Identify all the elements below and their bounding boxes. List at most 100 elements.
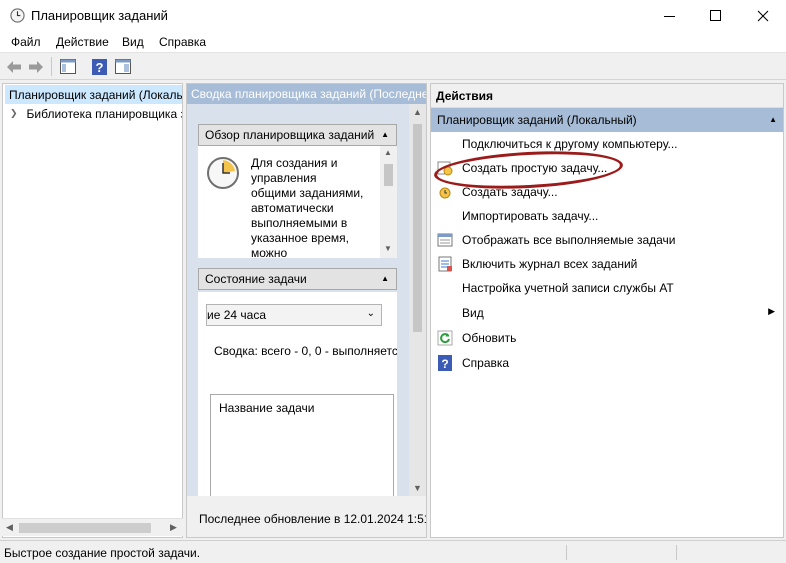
action-label: Обновить (462, 331, 517, 345)
help-button[interactable]: ? (88, 56, 110, 77)
overview-scrollbar[interactable]: ▲ ▼ (380, 146, 397, 258)
task-list[interactable]: Название задачи (210, 394, 394, 496)
summary-header: Сводка планировщика заданий (Последнее о… (187, 84, 426, 104)
create-task-icon (439, 187, 451, 199)
action-label: Вид (462, 306, 484, 320)
action-label: Справка (462, 356, 510, 370)
summary-pane: Сводка планировщика заданий (Последнее о… (186, 83, 427, 538)
back-arrow-icon (7, 60, 21, 73)
action-import-task[interactable]: Импортировать задачу... (431, 204, 783, 228)
maximize-icon (709, 10, 721, 21)
minimize-icon (663, 16, 675, 17)
menu-help[interactable]: Справка (159, 35, 206, 49)
chevron-down-icon[interactable]: ⌄ (367, 308, 375, 319)
menu-file[interactable]: Файл (11, 35, 41, 49)
scroll-left-icon[interactable]: ◀ (6, 522, 13, 533)
summary-vertical-scrollbar[interactable]: ▲ ▼ (409, 104, 426, 496)
status-separator (566, 545, 567, 560)
action-label: Подключиться к другому компьютеру... (462, 137, 678, 151)
toolbar-separator (51, 57, 52, 76)
action-at-service-account[interactable]: Настройка учетной записи службы AT (431, 276, 783, 300)
close-button[interactable] (740, 0, 786, 31)
scroll-down-icon[interactable]: ▼ (384, 244, 392, 253)
action-label: Создать задачу... (462, 185, 558, 199)
navigation-tree: Планировщик заданий (Локальный) ❯ Библио… (2, 83, 183, 538)
action-label: Включить журнал всех заданий (462, 257, 638, 271)
action-connect-computer[interactable]: Подключиться к другому компьютеру... (431, 132, 783, 156)
tree-item-library[interactable]: ❯ Библиотека планировщика заданий (5, 104, 182, 123)
section-title: Состояние задачи (205, 272, 307, 286)
task-status-section-header[interactable]: Состояние задачи ▲ (198, 268, 397, 290)
scroll-up-icon[interactable]: ▲ (384, 148, 392, 157)
action-refresh[interactable]: Обновить (431, 326, 783, 350)
actions-header: Действия (431, 84, 783, 108)
minimize-button[interactable] (646, 0, 692, 31)
forward-button[interactable] (25, 56, 47, 77)
maximize-button[interactable] (692, 0, 738, 31)
action-label: Создать простую задачу... (462, 161, 608, 175)
help-icon: ? (438, 355, 452, 371)
scroll-right-icon[interactable]: ▶ (170, 522, 177, 533)
summary-footer: Последнее обновление в 12.01.2024 1:51:4 (187, 496, 427, 537)
tree-item-label: Планировщик заданий (Локальный) (9, 87, 183, 102)
scrollbar-thumb[interactable] (413, 124, 422, 332)
period-value: ие 24 часа (207, 308, 266, 322)
show-hide-action-pane-button[interactable] (112, 56, 134, 77)
running-tasks-icon (437, 233, 453, 247)
scrollbar-thumb[interactable] (384, 164, 393, 186)
close-icon (757, 10, 769, 21)
actions-group-header[interactable]: Планировщик заданий (Локальный) ▲ (431, 108, 783, 132)
summary-content: Обзор планировщика заданий ▲ Для создани… (187, 104, 426, 496)
action-create-task[interactable]: Создать задачу... (431, 180, 783, 204)
action-enable-history[interactable]: Включить журнал всех заданий (431, 252, 783, 276)
help-icon: ? (91, 58, 107, 75)
action-help[interactable]: ? Справка (431, 351, 783, 375)
tree-item-label: Библиотека планировщика заданий (26, 106, 182, 121)
actions-pane: Действия Планировщик заданий (Локальный)… (430, 83, 784, 538)
refresh-icon (437, 330, 453, 346)
show-hide-tree-icon (60, 59, 76, 74)
last-update-text: Последнее обновление в 12.01.2024 1:51:4 (199, 512, 427, 526)
status-bar: Быстрое создание простой задачи. (0, 540, 786, 563)
clock-icon (207, 157, 239, 189)
svg-text:?: ? (441, 357, 448, 371)
collapse-icon[interactable]: ▲ (381, 130, 389, 139)
collapse-icon[interactable]: ▲ (769, 115, 777, 124)
action-display-running-tasks[interactable]: Отображать все выполняемые задачи (431, 228, 783, 252)
overview-section-header[interactable]: Обзор планировщика заданий ▲ (198, 124, 397, 146)
status-separator (676, 545, 677, 560)
title-bar: Планировщик заданий (0, 0, 786, 31)
svg-text:?: ? (95, 60, 103, 75)
action-label: Импортировать задачу... (462, 209, 599, 223)
action-label: Отображать все выполняемые задачи (462, 233, 676, 247)
overview-text: Для создания и управления общими задания… (251, 156, 364, 258)
tree-item-task-scheduler-local[interactable]: Планировщик заданий (Локальный) (5, 85, 183, 104)
tree-horizontal-scrollbar[interactable]: ◀ ▶ (2, 518, 183, 536)
period-dropdown[interactable]: ие 24 часа ⌄ (206, 304, 382, 326)
chevron-right-icon[interactable]: ❯ (10, 108, 18, 119)
action-view[interactable]: Вид ▶ (431, 301, 783, 325)
toolbar: ? (0, 53, 786, 80)
scroll-up-icon[interactable]: ▲ (413, 107, 422, 117)
create-basic-task-icon (437, 161, 453, 176)
overview-body: Для создания и управления общими задания… (198, 146, 397, 258)
journal-icon (438, 256, 452, 272)
clock-icon (10, 8, 25, 23)
scroll-down-icon[interactable]: ▼ (413, 483, 422, 493)
column-task-name[interactable]: Название задачи (219, 401, 315, 415)
menu-view[interactable]: Вид (122, 35, 144, 49)
task-status-body: ие 24 часа ⌄ Сводка: всего - 0, 0 - выпо… (198, 292, 397, 496)
menu-bar: Файл Действие Вид Справка (0, 31, 786, 53)
action-create-basic-task[interactable]: Создать простую задачу... (431, 156, 783, 180)
show-hide-action-pane-icon (115, 59, 131, 74)
action-label: Настройка учетной записи службы AT (462, 281, 674, 295)
window-title: Планировщик заданий (31, 8, 168, 23)
actions-group-title: Планировщик заданий (Локальный) (437, 113, 637, 127)
show-hide-tree-button[interactable] (57, 56, 79, 77)
scrollbar-thumb[interactable] (19, 523, 151, 533)
back-button[interactable] (3, 56, 25, 77)
forward-arrow-icon (29, 60, 43, 73)
task-summary: Сводка: всего - 0, 0 - выполняется (214, 344, 397, 358)
menu-action[interactable]: Действие (56, 35, 109, 49)
collapse-icon[interactable]: ▲ (381, 274, 389, 283)
